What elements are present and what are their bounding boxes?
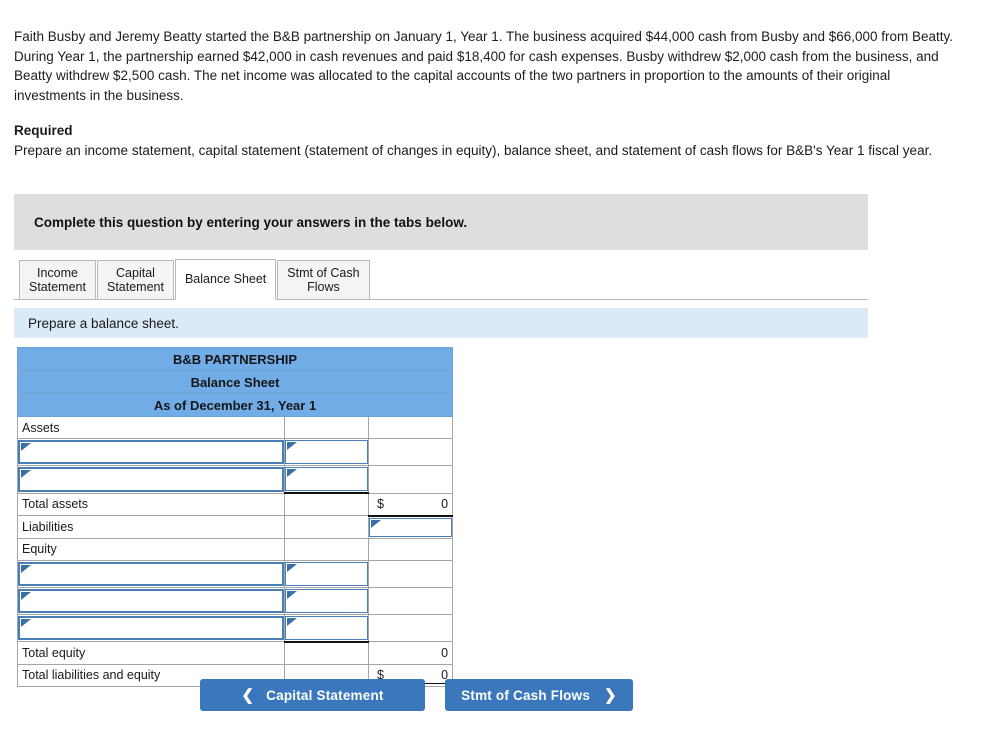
equity-account-select-1-cell[interactable] [17,559,285,588]
equity-account-select-1[interactable] [18,561,284,586]
prev-capital-statement-button[interactable]: ❮ Capital Statement [200,679,425,711]
statement-company: B&B PARTNERSHIP [16,347,454,371]
table-row [17,586,454,615]
asset-amount-input-1-cell[interactable] [284,438,369,466]
equity-account-select-3[interactable] [18,615,284,640]
statement-period-row: As of December 31, Year 1 [16,393,454,417]
table-row [17,559,454,588]
sub-instruction-bar: Prepare a balance sheet. [14,308,868,338]
problem-statement: Faith Busby and Jeremy Beatty started th… [14,29,954,103]
row-label-equity: Equity [17,537,285,561]
asset-amount-input-2-cell[interactable] [284,465,369,494]
asset-account-select-2[interactable] [18,467,284,492]
statement-title: Balance Sheet [16,370,454,394]
statement-title-row: Balance Sheet [16,370,454,394]
statement-period: As of December 31, Year 1 [16,393,454,417]
row-right-total-equity: 0 [367,641,454,665]
tab-balance-sheet[interactable]: Balance Sheet [174,259,277,300]
equity-amount-input-3-cell[interactable] [284,613,369,643]
asset-account-select-2-cell[interactable] [17,465,285,494]
sub-instruction-text: Prepare a balance sheet. [28,315,179,331]
equity-amount-input-2[interactable] [285,588,368,613]
asset-right-blank-2 [367,465,454,494]
row-label-total-equity: Total equity [17,641,285,665]
equity-amount-input-2-cell[interactable] [284,586,369,615]
table-row: Total assets $ 0 [17,492,454,517]
row-mid-total-assets [284,492,369,516]
table-row: Assets [17,416,454,439]
chevron-left-icon: ❮ [241,686,255,704]
asset-amount-input-2[interactable] [285,467,368,491]
row-right-total-assets: 0 [441,497,449,511]
asset-account-select-1-cell[interactable] [17,438,285,466]
equity-right-blank-1 [367,559,454,588]
asset-account-select-1[interactable] [18,440,284,464]
row-label-total-assets: Total assets [17,492,285,516]
instruction-banner-text: Complete this question by entering your … [34,214,468,230]
equity-amount-input-1-cell[interactable] [284,559,369,588]
equity-right-blank-2 [367,586,454,615]
prev-button-label: Capital Statement [266,687,384,703]
equity-amount-input-3[interactable] [285,615,368,640]
currency-symbol: $ [377,497,384,511]
tab-stmt-of-cash-flows[interactable]: Stmt of Cash Flows [277,260,370,300]
statement-company-row: B&B PARTNERSHIP [16,347,454,371]
row-mid-liabilities [284,515,369,539]
navigation-bar: ❮ Capital Statement Stmt of Cash Flows ❯ [200,679,633,711]
equity-account-select-3-cell[interactable] [17,613,285,642]
equity-account-select-2-cell[interactable] [17,586,285,615]
row-right-total-assets-cell: $ 0 [367,492,454,517]
required-body: Prepare an income statement, capital sta… [14,142,933,158]
tab-capital-statement[interactable]: Capital Statement [96,260,174,300]
table-row: Liabilities [17,515,454,539]
row-label-assets: Assets [17,416,285,439]
row-right-equity [367,537,454,561]
next-button-label: Stmt of Cash Flows [461,687,591,703]
table-row [17,613,454,643]
equity-amount-input-1[interactable] [285,561,368,586]
liabilities-amount-input-cell[interactable] [367,515,454,539]
row-label-liabilities: Liabilities [17,515,285,539]
row-mid-assets [284,416,369,439]
chevron-right-icon: ❯ [604,686,617,704]
table-row: Total equity 0 [17,641,454,665]
row-mid-equity [284,537,369,561]
row-mid-total-equity [284,641,369,665]
table-row: Equity [17,537,454,561]
asset-right-blank-1 [367,438,454,466]
row-right-assets [367,416,454,439]
balance-sheet-table: B&B PARTNERSHIP Balance Sheet As of Dece… [16,347,454,687]
tab-strip: Income Statement Capital Statement Balan… [14,259,868,300]
liabilities-amount-input[interactable] [369,517,453,537]
required-heading: Required [14,123,73,138]
next-stmt-cash-flows-button[interactable]: Stmt of Cash Flows ❯ [445,679,633,711]
equity-right-blank-3 [367,613,454,642]
table-row [17,438,454,466]
tab-list: Income Statement Capital Statement Balan… [19,259,371,300]
asset-amount-input-1[interactable] [285,440,368,464]
tab-income-statement[interactable]: Income Statement [19,260,96,300]
table-row [17,465,454,494]
equity-account-select-2[interactable] [18,588,284,613]
instruction-banner: Complete this question by entering your … [14,194,868,250]
required-section: Required Prepare an income statement, ca… [14,121,972,160]
